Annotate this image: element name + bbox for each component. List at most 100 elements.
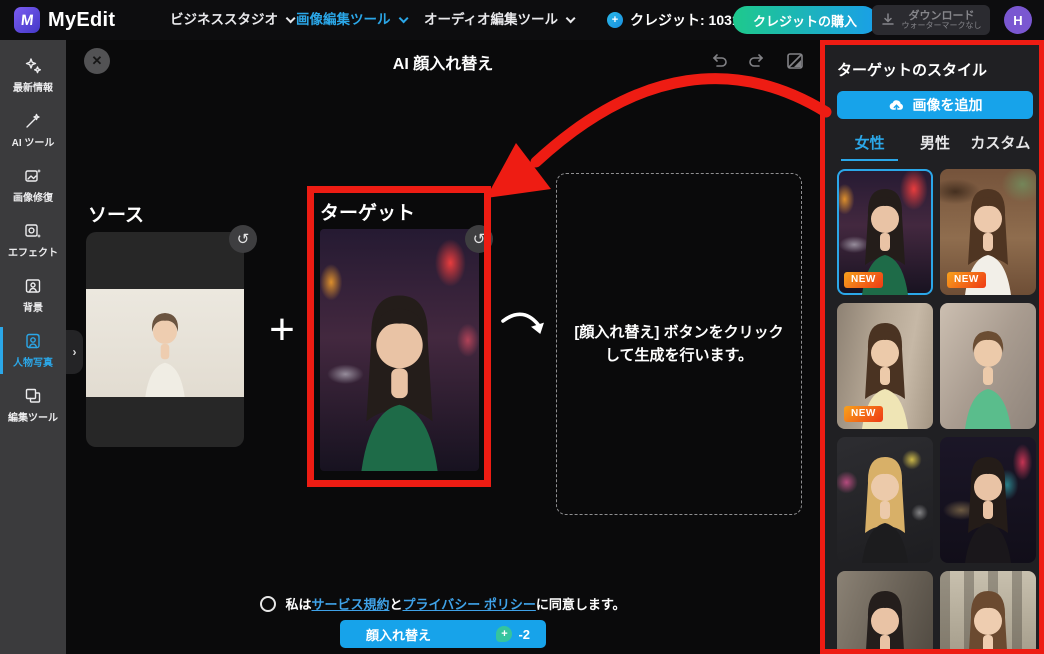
sidebar-item-effects[interactable]: エフェクト	[0, 213, 66, 268]
sidebar-item-portrait-photo[interactable]: 人物写真	[0, 323, 66, 378]
sidebar-item-background[interactable]: 背景	[0, 268, 66, 323]
add-image-button[interactable]: 画像を追加	[837, 91, 1033, 119]
magic-wand-icon	[24, 112, 42, 130]
credit-balance: クレジット: 1031	[630, 0, 740, 40]
undo-button[interactable]	[706, 48, 732, 74]
style-thumbnail-night-city-green-dress[interactable]: NEW	[837, 169, 933, 295]
style-thumbnail-street-yellow-top[interactable]: NEW	[837, 303, 933, 429]
redo-button[interactable]	[744, 48, 770, 74]
sidebar-item-photo-repair[interactable]: 画像修復	[0, 158, 66, 213]
sidebar-item-whats-new[interactable]: 最新情報	[0, 48, 66, 103]
panel-title: ターゲットのスタイル	[837, 59, 1031, 80]
myedit-logo-icon[interactable]: M	[14, 7, 40, 33]
style-grid: NEW NEW NEW	[837, 169, 1036, 654]
flow-arrow-icon	[498, 303, 552, 349]
new-badge: NEW	[947, 272, 986, 288]
edit-tools-icon	[24, 387, 42, 405]
target-reset-button[interactable]: ↺	[465, 225, 493, 253]
result-placeholder: [顔入れ替え] ボタンをクリック して生成を行います。	[556, 173, 802, 515]
person-figure	[837, 571, 933, 654]
sidebar-item-label: 人物写真	[13, 354, 53, 369]
terms-of-service-link[interactable]: サービス規約	[311, 597, 389, 612]
style-thumbnail-city-skyline-portrait[interactable]	[940, 571, 1036, 654]
credit-cost-value: -2	[518, 627, 530, 642]
placeholder-line: して生成を行います。	[605, 344, 753, 367]
nav-business-studio[interactable]: ビジネススタジオ	[170, 0, 292, 40]
person-figure	[837, 437, 933, 563]
person-figure	[320, 229, 479, 471]
style-thumbnail-graffiti-black-top[interactable]	[837, 437, 933, 563]
style-thumbnail-night-street-leather-jacket[interactable]	[940, 437, 1036, 563]
person-figure	[940, 303, 1036, 429]
chevron-down-icon	[566, 13, 576, 23]
portrait-icon	[24, 332, 42, 350]
source-reset-button[interactable]: ↺	[229, 225, 257, 253]
sidebar-item-label: 背景	[23, 299, 43, 314]
target-style-panel: ターゲットのスタイル 画像を追加 女性 男性 カスタム NEW NEW NEW	[820, 40, 1044, 654]
plus-icon: +	[260, 302, 304, 358]
target-photo[interactable]	[320, 229, 479, 471]
consent-prefix: 私は	[285, 597, 311, 612]
sidebar-item-label: エフェクト	[8, 244, 58, 259]
sidebar-item-label: AI ツール	[12, 134, 55, 149]
sidebar-item-label: 画像修復	[13, 189, 53, 204]
nav-image-editing-tools[interactable]: 画像編集ツール	[296, 0, 405, 40]
face-swap-button-label: 顔入れ替え	[366, 625, 431, 644]
face-swap-button[interactable]: 顔入れ替え + -2	[340, 620, 546, 648]
sidebar-expand-handle[interactable]: ›	[66, 330, 83, 374]
privacy-policy-link[interactable]: プライバシー ポリシー	[402, 597, 535, 612]
nav-audio-editing-tools[interactable]: オーディオ編集ツール	[424, 0, 572, 40]
top-bar: M MyEdit ビジネススタジオ 画像編集ツール オーディオ編集ツール + ク…	[0, 0, 1044, 40]
person-figure	[940, 571, 1036, 654]
download-icon	[881, 13, 895, 27]
compare-icon	[785, 51, 805, 71]
consent-suffix: に同意します。	[536, 597, 626, 612]
photo-repair-icon	[24, 167, 42, 185]
person-figure	[86, 289, 244, 397]
source-label: ソース	[88, 200, 144, 227]
style-tabs: 女性 男性 カスタム	[837, 132, 1033, 161]
credit-icon: +	[607, 12, 623, 28]
download-button[interactable]: ダウンロード ウォーターマークなし	[872, 5, 990, 35]
nav-label: ビジネススタジオ	[170, 12, 278, 27]
style-thumbnail-cafe-white-blouse[interactable]: NEW	[940, 169, 1036, 295]
sidebar-item-edit-tools[interactable]: 編集ツール	[0, 378, 66, 433]
user-avatar[interactable]: H	[1004, 6, 1032, 34]
background-icon	[24, 277, 42, 295]
source-photo	[86, 289, 244, 397]
tab-male[interactable]: 男性	[902, 132, 967, 161]
redo-icon	[747, 51, 767, 71]
source-card[interactable]	[86, 232, 244, 447]
compare-button[interactable]	[782, 48, 808, 74]
download-label: ダウンロード	[909, 10, 975, 22]
left-sidebar: 最新情報 AI ツール 画像修復 エフェクト 背景 人物写真 編集ツール	[0, 40, 66, 654]
sidebar-item-ai-tools[interactable]: AI ツール	[0, 103, 66, 158]
new-badge: NEW	[844, 272, 883, 288]
chevron-down-icon	[286, 13, 296, 23]
style-thumbnail-wall-green-stripe-dress[interactable]	[940, 303, 1036, 429]
undo-icon	[709, 51, 729, 71]
style-thumbnail-building-dark-hair[interactable]	[837, 571, 933, 654]
brand-title[interactable]: MyEdit	[48, 0, 115, 40]
app-window: M MyEdit ビジネススタジオ 画像編集ツール オーディオ編集ツール + ク…	[0, 0, 1044, 654]
sidebar-item-label: 最新情報	[13, 79, 53, 94]
effects-icon	[24, 222, 42, 240]
tab-custom[interactable]: カスタム	[968, 132, 1033, 161]
chevron-down-icon	[398, 13, 408, 23]
sparkles-icon	[24, 57, 42, 75]
tab-female[interactable]: 女性	[837, 132, 902, 161]
cloud-upload-icon	[888, 97, 905, 114]
download-sublabel: ウォーターマークなし	[902, 22, 982, 31]
placeholder-line: [顔入れ替え] ボタンをクリック	[574, 321, 783, 344]
consent-middle: と	[389, 597, 402, 612]
consent-checkbox[interactable]	[260, 596, 276, 612]
buy-credits-button[interactable]: クレジットの購入	[733, 6, 877, 34]
nav-label: 画像編集ツール	[296, 12, 391, 27]
target-label: ターゲット	[320, 198, 415, 225]
consent-text: 私はサービス規約とプライバシー ポリシーに同意します。	[285, 594, 625, 613]
person-figure	[940, 437, 1036, 563]
sidebar-item-label: 編集ツール	[8, 409, 58, 424]
new-badge: NEW	[844, 406, 883, 422]
add-image-label: 画像を追加	[913, 95, 983, 115]
nav-label: オーディオ編集ツール	[424, 12, 558, 27]
